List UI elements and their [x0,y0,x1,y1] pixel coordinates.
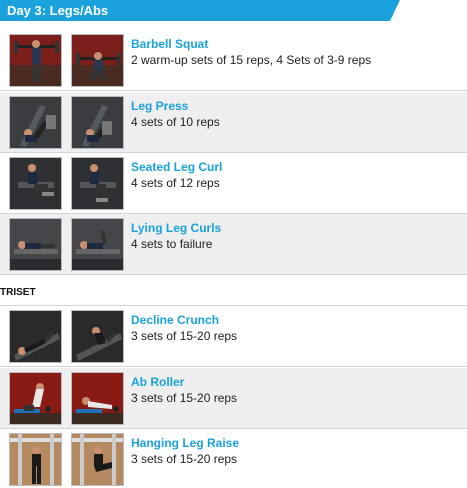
exercise-photo-start[interactable] [9,433,62,486]
exercise-row: Leg Press 4 sets of 10 reps [0,92,467,153]
exercise-photo-start[interactable] [9,34,62,87]
exercise-photo-end[interactable] [71,34,124,87]
day-header: Day 3: Legs/Abs [0,0,400,21]
exercise-detail: 3 sets of 15-20 reps [131,391,238,405]
exercise-photo-end[interactable] [71,372,124,425]
exercise-photo-start[interactable] [9,310,62,363]
exercise-photo-start[interactable] [9,157,62,210]
exercise-row: Decline Crunch 3 sets of 15-20 reps [0,306,467,367]
exercise-photo-end[interactable] [71,310,124,363]
exercise-detail: 2 warm-up sets of 15 reps, 4 Sets of 3-9… [131,53,372,67]
exercise-detail: 4 sets of 10 reps [131,115,220,129]
exercise-detail: 4 sets to failure [131,237,213,251]
exercise-photo-start[interactable] [9,372,62,425]
exercise-row: Lying Leg Curls 4 sets to failure [0,214,467,275]
exercise-detail: 3 sets of 15-20 reps [131,452,238,466]
exercise-detail: 3 sets of 15-20 reps [131,329,238,343]
exercise-name-link[interactable]: Leg Press [131,99,188,113]
exercise-name-link[interactable]: Hanging Leg Raise [131,436,239,450]
triset-label: TRISET [0,287,36,298]
exercise-row: Ab Roller 3 sets of 15-20 reps [0,368,467,429]
exercise-name-link[interactable]: Seated Leg Curl [131,160,222,174]
exercise-photo-end[interactable] [71,96,124,149]
exercise-photo-end[interactable] [71,157,124,210]
exercise-name-link[interactable]: Lying Leg Curls [131,221,221,235]
exercise-row: Seated Leg Curl 4 sets of 12 reps [0,153,467,214]
exercise-row: Hanging Leg Raise 3 sets of 15-20 reps [0,429,467,488]
exercise-photo-end[interactable] [71,433,124,486]
exercise-detail: 4 sets of 12 reps [131,176,220,190]
exercise-row: Barbell Squat 2 warm-up sets of 15 reps,… [0,30,467,91]
exercise-name-link[interactable]: Ab Roller [131,375,184,389]
exercise-photo-start[interactable] [9,218,62,271]
exercise-photo-end[interactable] [71,218,124,271]
exercise-photo-start[interactable] [9,96,62,149]
exercise-name-link[interactable]: Decline Crunch [131,313,219,327]
exercise-name-link[interactable]: Barbell Squat [131,37,208,51]
day-title: Day 3: Legs/Abs [7,3,109,18]
